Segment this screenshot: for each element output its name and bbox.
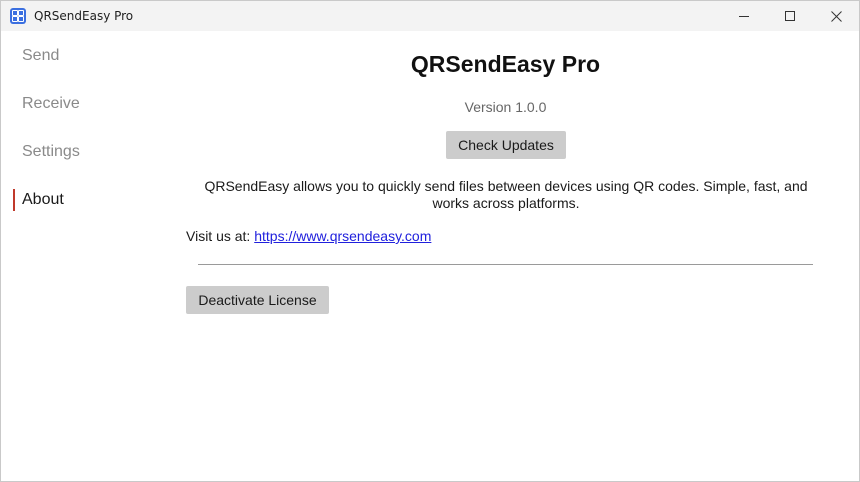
sidebar-item-send[interactable]: Send bbox=[13, 43, 163, 69]
window-title: QRSendEasy Pro bbox=[34, 9, 134, 23]
maximize-icon bbox=[785, 11, 795, 21]
app-description: QRSendEasy allows you to quickly send fi… bbox=[204, 178, 808, 211]
minimize-icon bbox=[739, 16, 749, 17]
divider bbox=[198, 264, 813, 265]
deactivate-license-button[interactable]: Deactivate License bbox=[186, 286, 329, 314]
app-window: QRSendEasy Pro Send Receive Settings Abo… bbox=[0, 0, 860, 482]
close-icon bbox=[830, 10, 842, 22]
page-title: QRSendEasy Pro bbox=[410, 51, 601, 77]
minimize-button[interactable] bbox=[721, 1, 767, 31]
sidebar-item-label: About bbox=[22, 191, 64, 208]
version-label: Version 1.0.0 bbox=[464, 99, 547, 115]
website-link[interactable]: https://www.qrsendeasy.com bbox=[254, 228, 431, 244]
check-updates-button[interactable]: Check Updates bbox=[446, 131, 566, 159]
sidebar-item-label: Settings bbox=[22, 143, 80, 160]
sidebar-nav: Send Receive Settings About bbox=[1, 31, 166, 481]
close-button[interactable] bbox=[813, 1, 859, 31]
visit-row: Visit us at: https://www.qrsendeasy.com bbox=[186, 228, 431, 244]
maximize-button[interactable] bbox=[767, 1, 813, 31]
sidebar-item-label: Send bbox=[22, 47, 60, 64]
active-indicator bbox=[13, 189, 15, 211]
title-bar[interactable]: QRSendEasy Pro bbox=[1, 1, 859, 31]
about-panel: QRSendEasy Pro Version 1.0.0 Check Updat… bbox=[166, 31, 859, 481]
sidebar-item-settings[interactable]: Settings bbox=[13, 139, 163, 165]
sidebar-item-receive[interactable]: Receive bbox=[13, 91, 163, 117]
app-logo-icon bbox=[10, 8, 26, 24]
sidebar-item-about[interactable]: About bbox=[13, 187, 163, 213]
visit-label: Visit us at: bbox=[186, 228, 251, 244]
sidebar-item-label: Receive bbox=[22, 95, 80, 112]
